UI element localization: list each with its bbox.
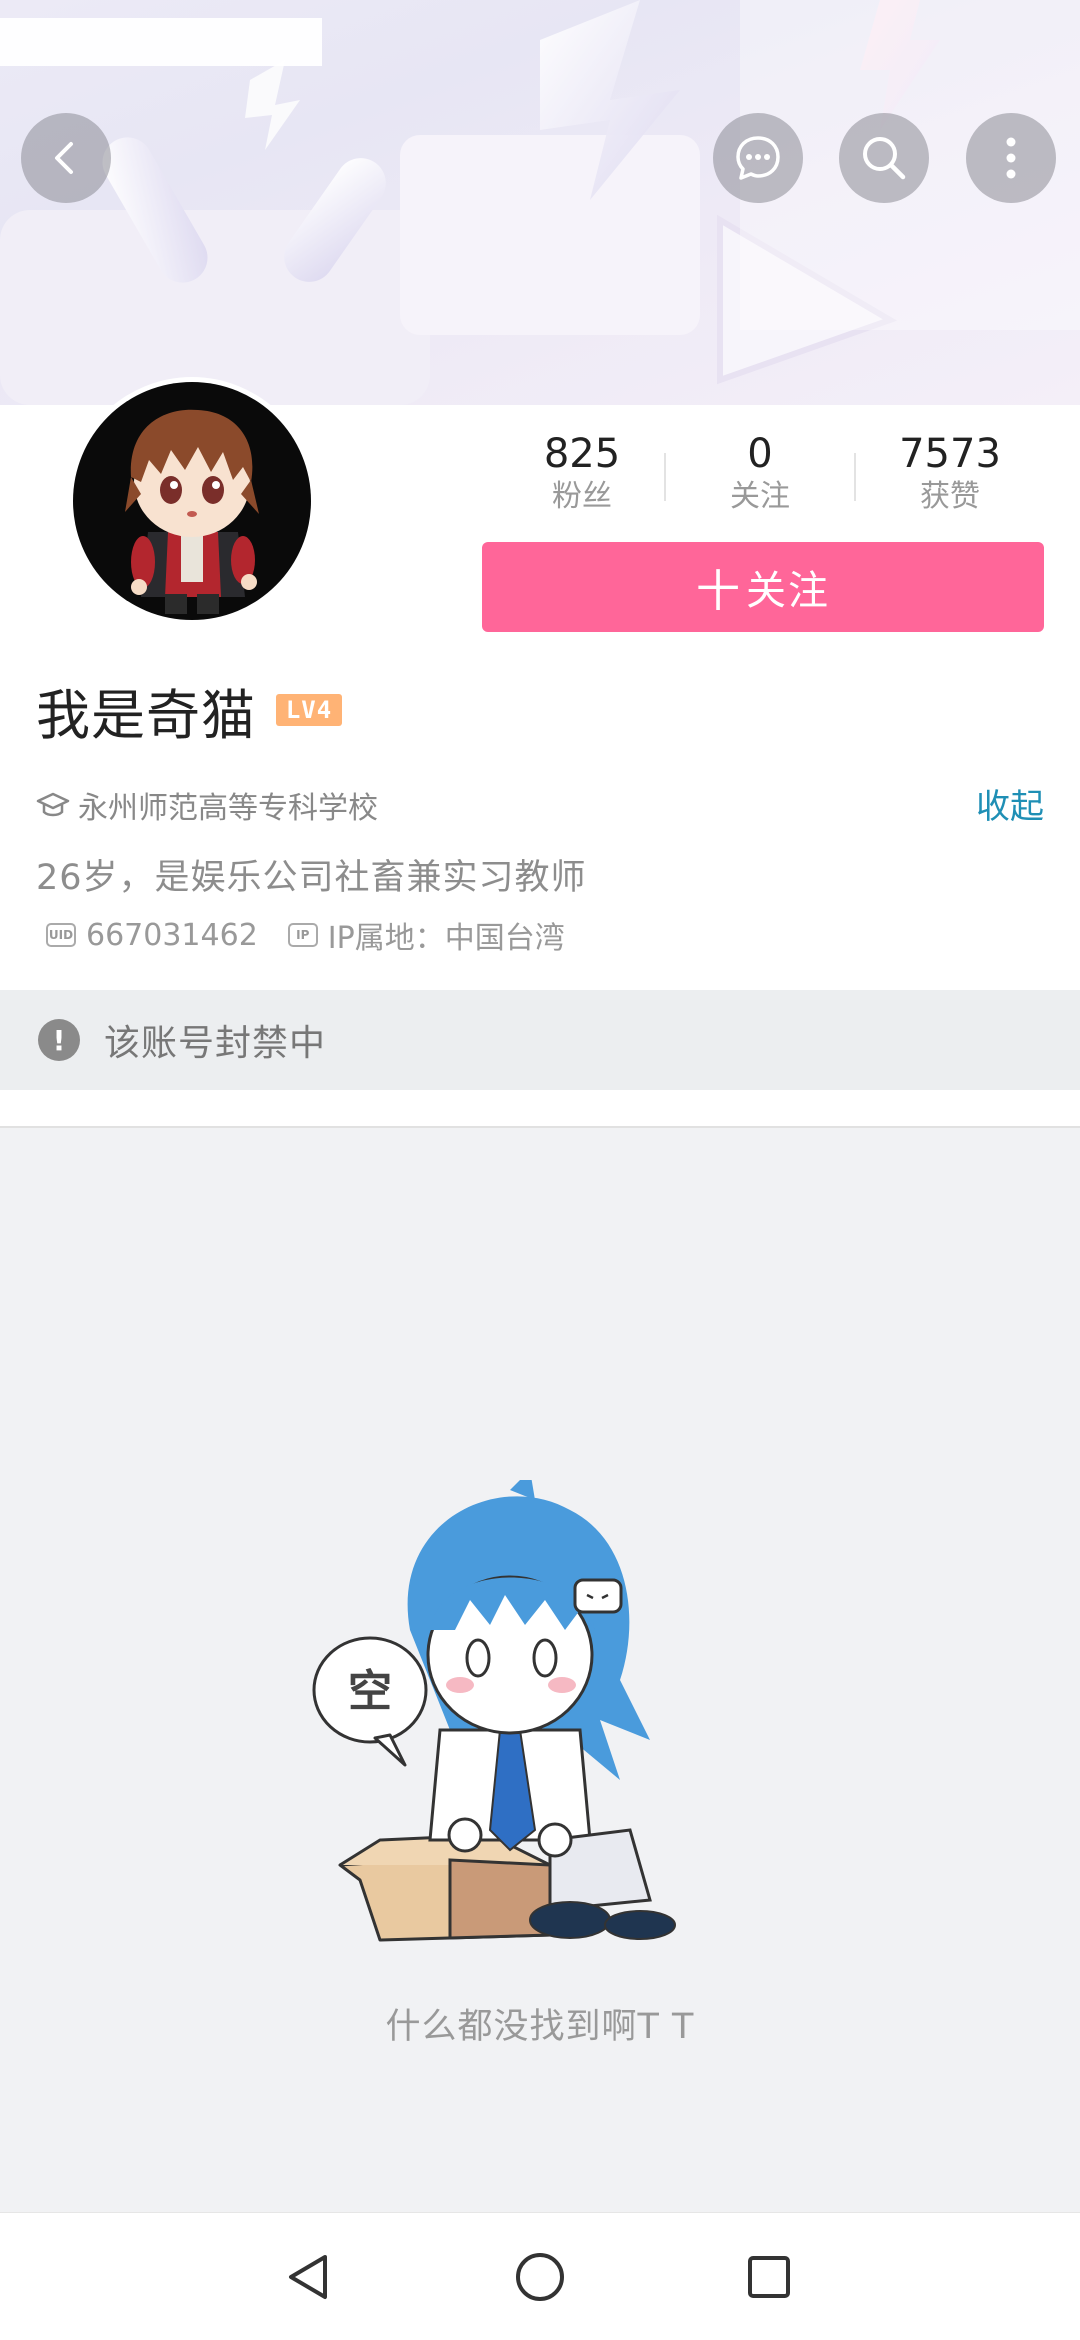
- school-name: 永州师范高等专科学校: [78, 791, 378, 826]
- stats-row: 825 粉丝 0 关注 7573 获赞: [480, 431, 1080, 531]
- stat-following[interactable]: 0 关注: [670, 431, 850, 517]
- username: 我是奇猫: [36, 683, 256, 747]
- search-button[interactable]: [839, 113, 929, 203]
- empty-state-message: 什么都没找到啊T T: [385, 2007, 695, 2047]
- bubble-text: 空: [348, 1666, 392, 1717]
- message-button[interactable]: [713, 113, 803, 203]
- followers-count: 825: [543, 431, 621, 477]
- level-badge: LV4: [276, 694, 342, 726]
- stat-followers[interactable]: 825 粉丝: [492, 431, 672, 517]
- follow-button[interactable]: 十 关注: [482, 542, 1044, 632]
- stat-likes[interactable]: 7573 获赞: [860, 431, 1040, 517]
- back-button[interactable]: [21, 113, 111, 203]
- circle-home-icon: [516, 2253, 564, 2301]
- triangle-back-icon: [289, 2255, 327, 2299]
- system-nav-bar: [0, 2212, 1080, 2340]
- vertical-dots-icon: [1006, 137, 1016, 179]
- graduation-cap-icon: [36, 792, 70, 817]
- exclamation-icon: !: [38, 1019, 80, 1061]
- nav-home-button[interactable]: [504, 2241, 576, 2313]
- name-row: 我是奇猫 LV4: [36, 677, 342, 747]
- search-icon: [863, 137, 906, 180]
- likes-count: 7573: [899, 431, 1001, 477]
- following-label: 关注: [730, 479, 790, 514]
- plus-icon: 十: [696, 566, 742, 617]
- ip-location: IP属地：中国台湾: [327, 921, 565, 956]
- following-count: 0: [747, 431, 773, 477]
- chevron-left-icon: [55, 142, 73, 174]
- followers-label: 粉丝: [552, 479, 612, 514]
- likes-label: 获赞: [920, 479, 980, 514]
- banned-notice-text: 该账号封禁中: [104, 1023, 327, 1064]
- nav-back-button[interactable]: [272, 2241, 344, 2313]
- school-row[interactable]: 永州师范高等专科学校: [36, 783, 378, 827]
- profile-card: 825 粉丝 0 关注 7573 获赞 十 关注 我是奇猫 LV4 永州师范高等…: [0, 377, 1080, 990]
- profile-banner: [0, 0, 1080, 405]
- uid-value[interactable]: 667031462: [86, 918, 258, 953]
- avatar-image: [73, 382, 311, 620]
- avatar-character-illustration: [125, 409, 259, 614]
- avatar[interactable]: [68, 377, 316, 625]
- meta-row: UID 667031462 IP IP属地：中国台湾: [46, 913, 565, 957]
- collapse-link[interactable]: 收起: [976, 779, 1044, 828]
- banned-notice: ! 该账号封禁中: [0, 990, 1080, 1090]
- uid-icon: UID: [46, 923, 76, 947]
- chat-bubble-icon: [736, 136, 780, 180]
- follow-button-label: 关注: [746, 568, 830, 614]
- user-space-screen: 825 粉丝 0 关注 7573 获赞 十 关注 我是奇猫 LV4 永州师范高等…: [0, 0, 1080, 2340]
- more-button[interactable]: [966, 113, 1056, 203]
- ip-icon: IP: [287, 923, 318, 947]
- square-recents-icon: [748, 2256, 790, 2298]
- empty-state: 空 什么都没找到啊T T: [0, 1130, 1080, 2212]
- content-tab-divider: [0, 1090, 1080, 1128]
- status-bar-mask: [0, 18, 322, 66]
- bio-text: 26岁，是娱乐公司社畜兼实习教师: [36, 858, 587, 898]
- stat-divider: [854, 453, 856, 501]
- nav-recents-button[interactable]: [733, 2241, 805, 2313]
- stat-divider: [664, 453, 666, 501]
- empty-state-illustration: 空: [312, 1480, 676, 1942]
